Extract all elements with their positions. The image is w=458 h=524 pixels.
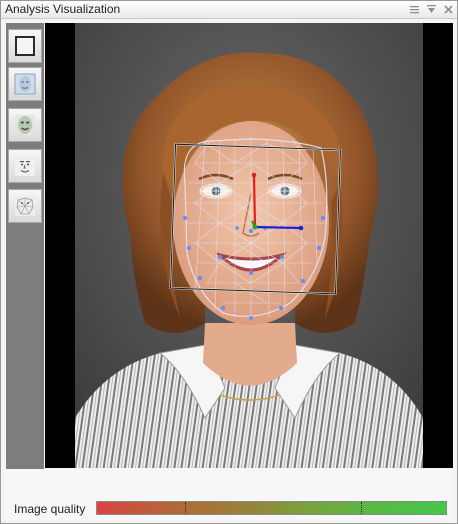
face-texture-tool-button[interactable] — [8, 67, 42, 101]
image-quality-label: Image quality — [14, 502, 86, 516]
menu-icon[interactable] — [408, 3, 421, 16]
portrait-photo — [75, 23, 423, 468]
pin-icon[interactable] — [425, 3, 438, 16]
title-bar[interactable]: Analysis Visualization — [1, 1, 457, 19]
face-model-tool-button[interactable] — [8, 108, 42, 142]
status-area: Image quality — [6, 469, 453, 521]
image-quality-bar — [96, 501, 447, 515]
face-mesh-tool-button[interactable] — [8, 189, 42, 223]
window-title: Analysis Visualization — [5, 2, 121, 16]
analysis-visualization-window: Analysis Visualization Image quality — [0, 0, 458, 524]
image-quality-threshold-high — [361, 502, 362, 514]
analysis-viewport[interactable] — [45, 23, 453, 468]
face-sketch-tool-button[interactable] — [8, 149, 42, 183]
close-icon[interactable] — [442, 3, 455, 16]
tool-panel — [6, 23, 44, 469]
image-quality-threshold-low — [185, 502, 186, 514]
frame-tool-button[interactable] — [8, 29, 42, 63]
